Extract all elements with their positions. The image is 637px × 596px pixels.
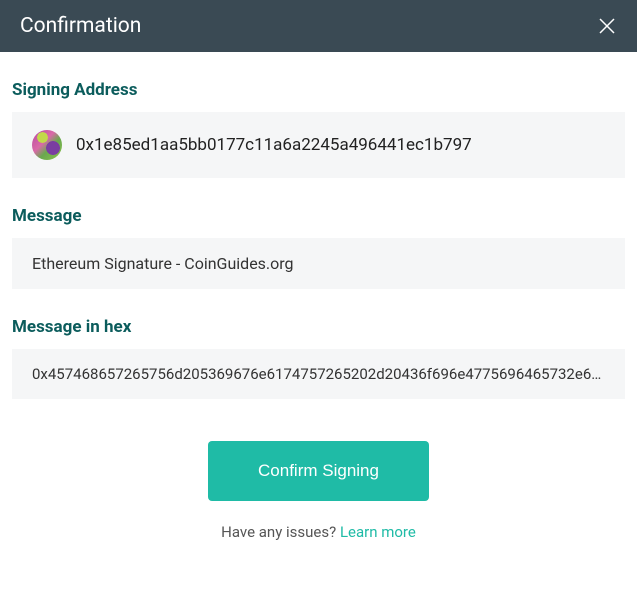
signing-address-label: Signing Address (12, 80, 625, 100)
issues-text: Have any issues? Learn more (221, 523, 416, 541)
signing-address-value: 0x1e85ed1aa5bb0177c11a6a2245a496441ec1b7… (76, 135, 472, 155)
dialog-title: Confirmation (20, 14, 141, 38)
message-section: Message Ethereum Signature - CoinGuides.… (12, 206, 625, 289)
message-label: Message (12, 206, 625, 226)
dialog-content: Signing Address 0x1e85ed1aa5bb0177c11a6a… (0, 52, 637, 561)
issues-prefix: Have any issues? (221, 523, 340, 541)
address-avatar-icon (32, 130, 62, 160)
confirm-signing-button[interactable]: Confirm Signing (208, 441, 429, 501)
message-hex-section: Message in hex 0x457468657265756d2053696… (12, 317, 625, 399)
close-button[interactable] (597, 16, 617, 36)
learn-more-link[interactable]: Learn more (340, 523, 416, 541)
message-hex-value: 0x457468657265756d205369676e617475726520… (12, 349, 625, 399)
signing-address-section: Signing Address 0x1e85ed1aa5bb0177c11a6a… (12, 80, 625, 178)
dialog-footer: Confirm Signing Have any issues? Learn m… (12, 441, 625, 541)
message-hex-label: Message in hex (12, 317, 625, 337)
signing-address-box: 0x1e85ed1aa5bb0177c11a6a2245a496441ec1b7… (12, 112, 625, 178)
message-value: Ethereum Signature - CoinGuides.org (12, 238, 625, 289)
dialog-header: Confirmation (0, 0, 637, 52)
close-icon (597, 16, 617, 36)
